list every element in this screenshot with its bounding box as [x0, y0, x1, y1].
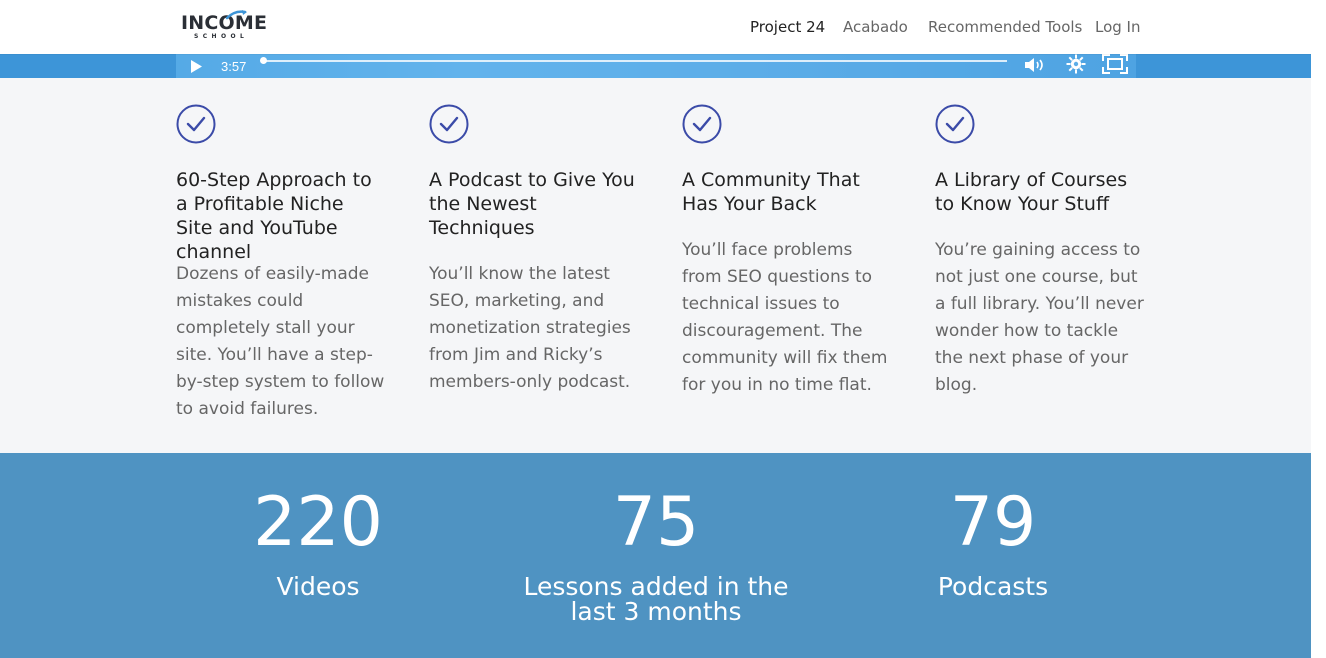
nav-acabado[interactable]: Acabado: [843, 18, 908, 36]
feature-title: A Podcast to Give You the Newest Techniq…: [429, 169, 635, 239]
stat-number: 220: [253, 483, 383, 562]
nav-recommended-tools[interactable]: Recommended Tools: [928, 18, 1082, 36]
video-time: 3:57: [221, 59, 247, 74]
feature-description: Dozens of easily-made mistakes could com…: [176, 264, 385, 419]
gear-icon[interactable]: [1066, 54, 1086, 74]
play-icon[interactable]: [190, 60, 202, 73]
nav-log-in[interactable]: Log In: [1095, 18, 1141, 36]
feature-title: A Community That Has Your Back: [682, 169, 860, 215]
check-circle-icon: [682, 104, 722, 144]
feature-description: You’ll know the latest SEO, marketing, a…: [429, 264, 631, 392]
site-header: INCOME SCHOOL Project 24 Acabado Recomme…: [0, 0, 1311, 54]
stat-number: 75: [612, 483, 700, 562]
stat-label: Videos: [276, 572, 360, 601]
feature-description: You’re gaining access to not just one co…: [935, 240, 1144, 395]
video-controls: 3:57: [176, 54, 1136, 78]
check-circle-icon: [429, 104, 469, 144]
video-player-strip: 3:57: [0, 54, 1311, 78]
feature-description: You’ll face problems from SEO questions …: [682, 240, 888, 395]
check-circle-icon: [935, 104, 975, 144]
stat-label: Lessons added in the last 3 months: [523, 572, 789, 626]
video-progress-bar[interactable]: [264, 60, 1007, 62]
features-section: 60-Step Approach to a Profitable Niche S…: [0, 78, 1311, 453]
main-nav: Project 24 Acabado Recommended Tools Log…: [0, 18, 1311, 38]
feature-title: A Library of Courses to Know Your Stuff: [935, 169, 1128, 215]
stats-section: 220 Videos 75 Lessons added in the last …: [0, 453, 1311, 658]
stat-label: Podcasts: [937, 572, 1049, 601]
volume-icon[interactable]: [1024, 57, 1048, 73]
feature-title: 60-Step Approach to a Profitable Niche S…: [176, 169, 372, 263]
stat-number: 79: [949, 483, 1037, 562]
fullscreen-icon[interactable]: [1102, 54, 1128, 74]
nav-project-24[interactable]: Project 24: [750, 18, 825, 36]
check-circle-icon: [176, 104, 216, 144]
progress-knob[interactable]: [260, 57, 267, 64]
